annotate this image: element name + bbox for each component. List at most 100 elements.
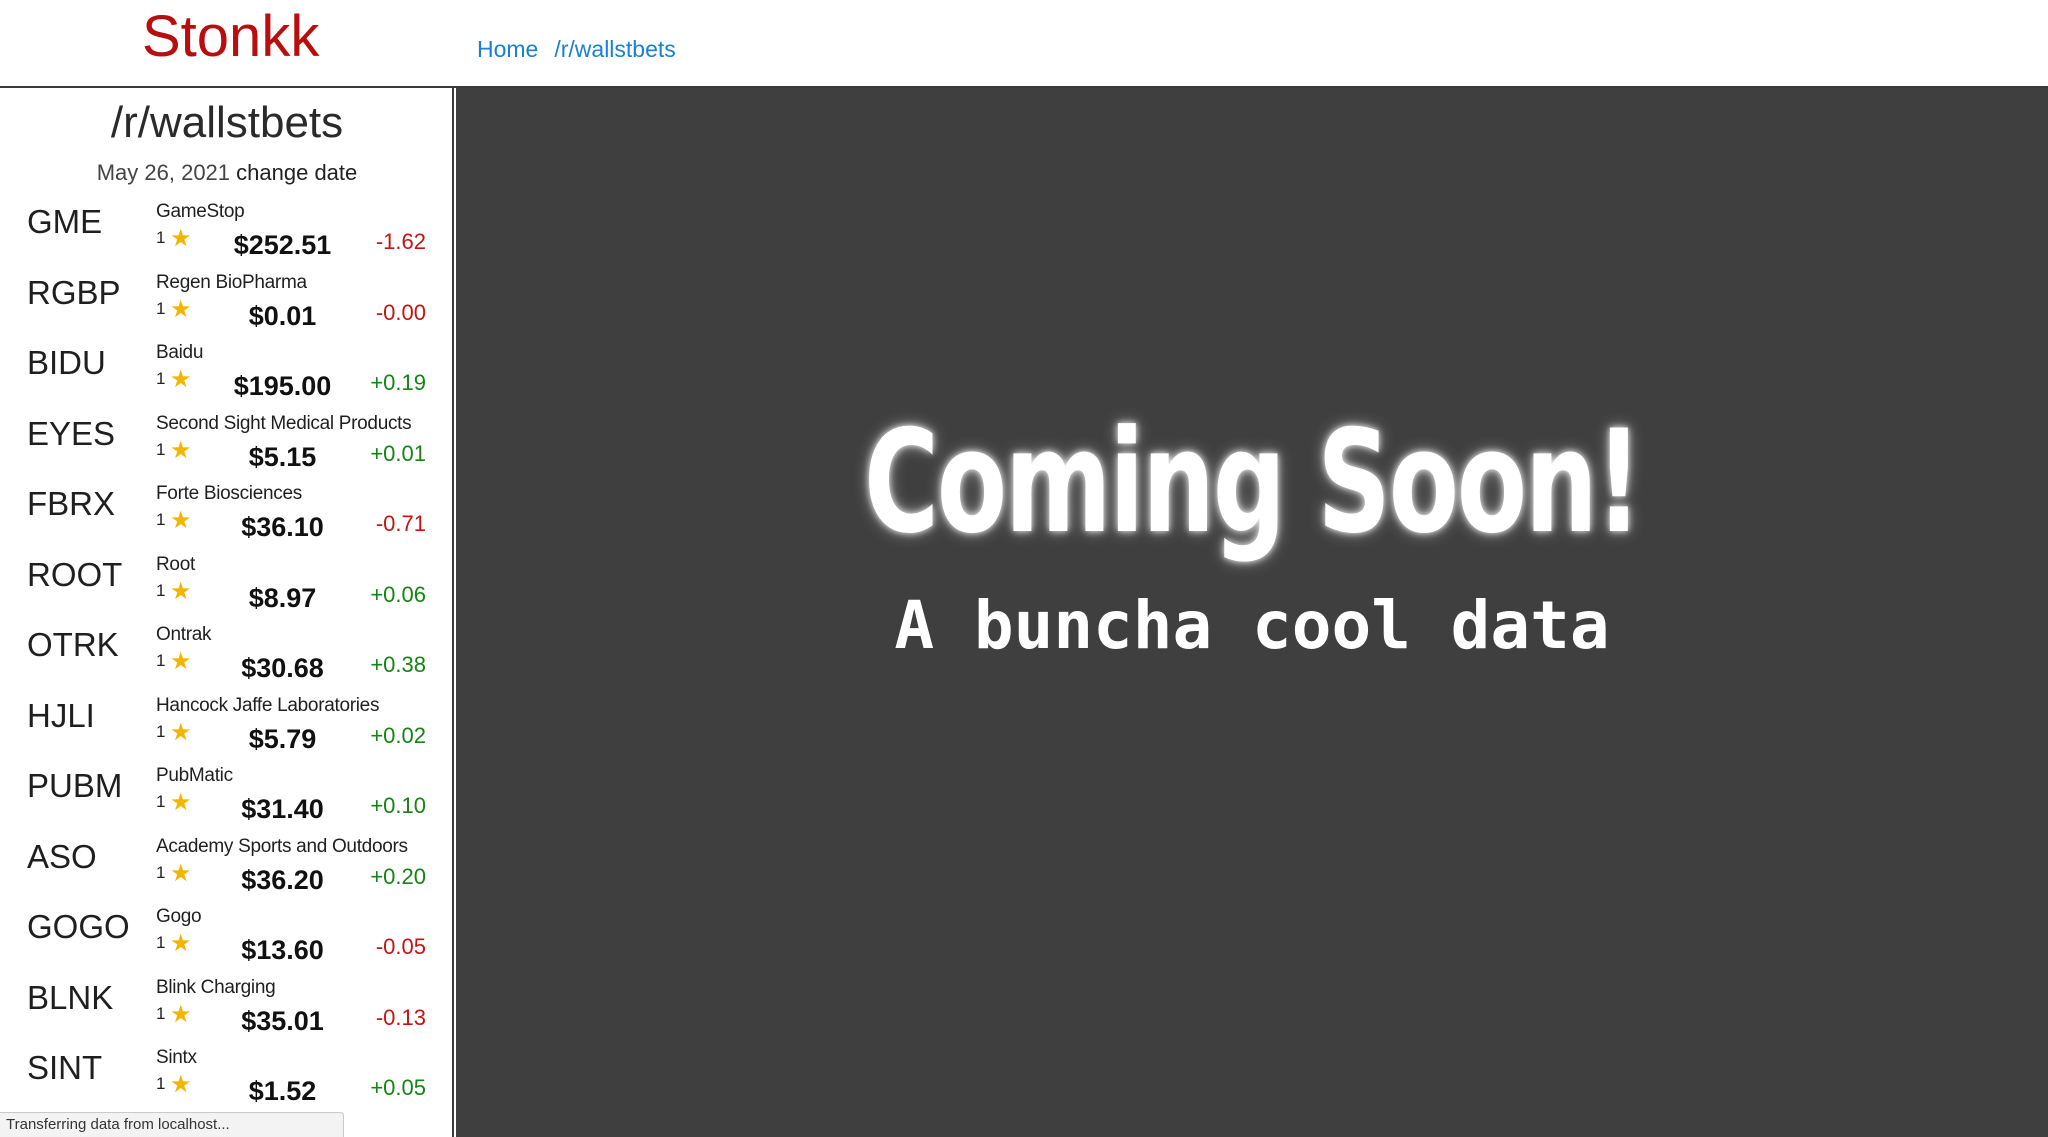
stock-rank: 1 [156,510,166,529]
stock-change: +0.06 [370,581,426,607]
stock-company-name: PubMatic [156,765,233,786]
main-panel: Coming Soon! A buncha cool data [456,88,2048,1137]
stock-company-name: Regen BioPharma [156,271,307,293]
stock-company-name: Baidu [156,342,204,363]
stock-row[interactable]: GOGO Gogo 1 ★ $13.60 -0.05 [0,905,452,976]
stock-price: $252.51 [233,230,332,260]
current-date: May 26, 2021 [96,160,231,185]
stock-company-name: Hancock Jaffe Laboratories [156,694,380,716]
date-selector: May 26, 2021 change date [0,158,452,188]
stock-ticker[interactable]: SINT [27,1048,102,1088]
stock-price: $5.79 [248,723,317,754]
stock-ticker[interactable]: PUBM [27,766,122,806]
stock-rank: 1 [156,439,166,459]
stock-rank: 1 [156,1074,166,1093]
star-icon: ★ [170,1000,192,1028]
stock-rank: 1 [156,933,166,952]
star-icon: ★ [170,366,192,393]
stock-price: $8.97 [248,582,317,613]
nav-subreddit-link[interactable]: /r/wallstbets [554,34,675,64]
breadcrumb: Home /r/wallstbets [477,34,676,64]
stock-row[interactable]: HJLI Hancock Jaffe Laboratories 1 ★ $5.79 +0.… [0,694,452,765]
stock-change: -0.00 [375,299,426,325]
stock-rank: 1 [156,792,166,811]
stock-change: -0.13 [375,1004,426,1030]
stock-rank: 1 [156,862,166,882]
stock-change: +0.38 [370,652,426,677]
stock-change: +0.01 [370,440,426,466]
stock-row[interactable]: GME GameStop 1 ★ $252.51 -1.62 [0,200,452,271]
top-header: Stonkk Home /r/wallstbets [0,0,2048,88]
stock-rank: 1 [156,1003,166,1023]
sidebar-title: /r/wallstbets [110,98,344,147]
star-icon: ★ [170,718,192,746]
stock-ticker[interactable]: FBRX [27,484,115,524]
stock-row[interactable]: RGBP Regen BioPharma 1 ★ $0.01 -0.00 [0,271,452,342]
star-icon: ★ [170,789,192,816]
star-icon: ★ [170,648,192,675]
stock-ticker[interactable]: OTRK [27,625,119,665]
stock-company-name: Sintx [156,1047,197,1068]
star-icon: ★ [170,436,192,464]
stock-change: +0.05 [370,1075,426,1100]
star-icon: ★ [170,225,192,252]
stock-change: +0.10 [370,793,426,818]
stock-company-name: Second Sight Medical Products [156,412,412,434]
stock-ticker[interactable]: ROOT [27,555,122,595]
stock-price: $30.68 [241,653,324,683]
browser-status-bar: Transferring data from localhost... [0,1112,344,1137]
stock-rank: 1 [156,580,166,600]
stock-ticker[interactable]: BLNK [27,978,113,1018]
star-icon: ★ [170,859,192,887]
stock-price: $0.01 [248,300,317,331]
stock-change: +0.20 [370,863,426,889]
stock-company-name: GameStop [156,201,245,222]
app-root: Stonkk Home /r/wallstbets /r/wallstbets … [0,0,2048,1137]
stock-row[interactable]: SINT Sintx 1 ★ $1.52 +0.05 [0,1046,452,1117]
stock-row[interactable]: FBRX Forte Biosciences 1 ★ $36.10 -0.71 [0,482,452,553]
stock-ticker[interactable]: BIDU [27,343,106,383]
stock-row[interactable]: BLNK Blink Charging 1 ★ $35.01 -0.13 [0,976,452,1047]
star-icon: ★ [170,295,192,323]
stock-rank: 1 [156,721,166,741]
stock-company-name: Forte Biosciences [156,483,302,504]
nav-home-link[interactable]: Home [477,34,538,64]
stock-company-name: Blink Charging [156,976,276,998]
stock-change: -0.71 [375,511,426,536]
change-date-link[interactable]: change date [236,160,357,185]
stock-row[interactable]: PUBM PubMatic 1 ★ $31.40 +0.10 [0,764,452,835]
stock-company-name: Gogo [156,906,202,927]
star-icon: ★ [170,1071,192,1098]
coming-soon-headline: Coming Soon! [863,400,1642,565]
stock-rank: 1 [156,651,166,670]
stock-price: $1.52 [248,1076,317,1106]
stock-row[interactable]: OTRK Ontrak 1 ★ $30.68 +0.38 [0,623,452,694]
star-icon: ★ [170,930,192,957]
stock-ticker[interactable]: GOGO [27,907,130,947]
stock-ticker[interactable]: GME [27,202,102,242]
stock-sidebar: /r/wallstbets May 26, 2021 change date G… [0,88,454,1137]
stock-ticker[interactable]: HJLI [27,696,95,736]
stock-rank: 1 [156,228,166,247]
stock-row[interactable]: ROOT Root 1 ★ $8.97 +0.06 [0,553,452,624]
stock-price: $35.01 [241,1005,324,1036]
stock-change: +0.19 [370,370,426,395]
stock-change: +0.02 [370,722,426,748]
stock-ticker[interactable]: ASO [27,837,97,877]
stock-change: -1.62 [375,229,426,254]
stock-rank: 1 [156,298,166,318]
coming-soon-subheadline: A buncha cool data [894,587,1610,664]
stock-ticker[interactable]: RGBP [27,273,121,313]
stock-price: $13.60 [241,935,324,965]
stock-company-name: Ontrak [156,624,212,645]
stock-ticker[interactable]: EYES [27,414,115,454]
stock-price: $5.15 [248,441,317,472]
star-icon: ★ [170,577,192,605]
stock-row[interactable]: ASO Academy Sports and Outdoors 1 ★ $36.20 +0… [0,835,452,906]
stock-row[interactable]: EYES Second Sight Medical Products 1 ★ $5.15… [0,412,452,483]
brand-logo[interactable]: Stonkk [142,4,319,70]
stock-row[interactable]: BIDU Baidu 1 ★ $195.00 +0.19 [0,341,452,412]
stock-rank: 1 [156,369,166,388]
stock-price: $31.40 [241,794,324,824]
stock-price: $195.00 [233,371,332,401]
